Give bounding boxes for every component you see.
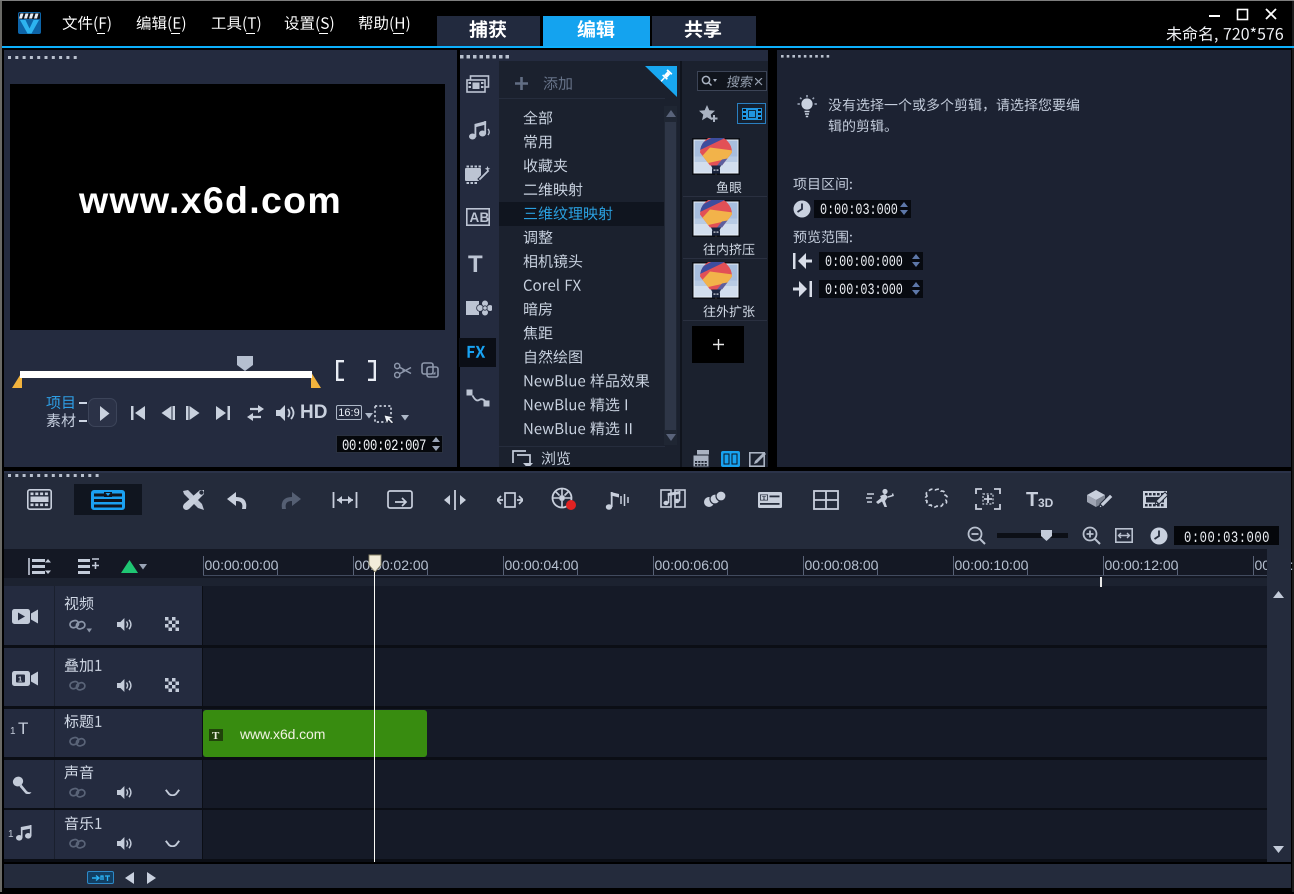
svg-text:T: T xyxy=(762,496,766,502)
svg-text:1: 1 xyxy=(18,674,22,683)
